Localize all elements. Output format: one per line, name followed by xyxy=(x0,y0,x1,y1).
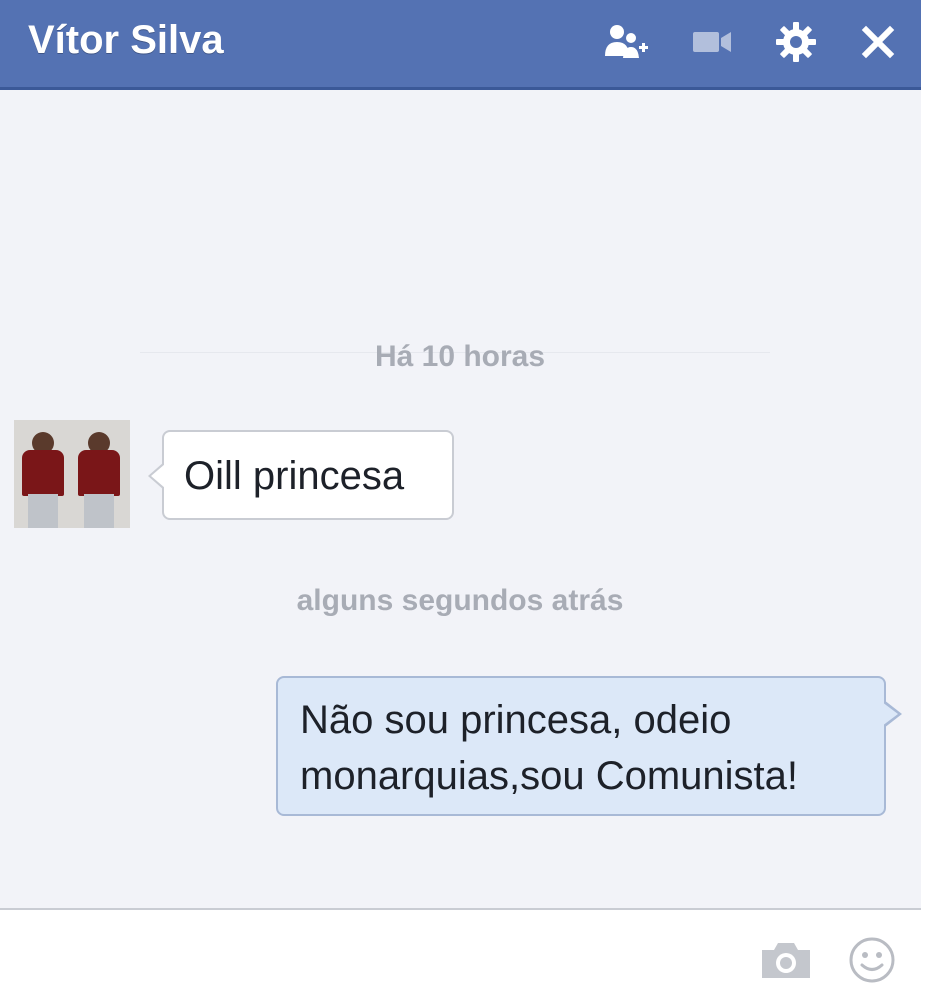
incoming-message-text: Oill princesa xyxy=(184,454,405,498)
camera-icon xyxy=(762,943,810,978)
gear-icon xyxy=(776,22,816,62)
close-button[interactable] xyxy=(850,18,906,66)
chat-window: Vítor Silva Há 10 horas Oill princesa al… xyxy=(0,0,929,1000)
video-call-button[interactable] xyxy=(684,18,740,66)
incoming-message-bubble: Oill princesa xyxy=(148,430,454,520)
chat-title[interactable]: Vítor Silva xyxy=(28,18,224,63)
timestamp: alguns segundos atrás xyxy=(296,584,624,617)
avatar-figure xyxy=(20,432,66,528)
settings-button[interactable] xyxy=(768,18,824,66)
bubble-tail xyxy=(148,462,165,490)
chat-header: Vítor Silva xyxy=(0,0,921,90)
video-call-icon xyxy=(693,32,731,52)
add-people-button[interactable] xyxy=(598,18,654,66)
close-icon xyxy=(861,25,895,59)
message-list[interactable]: Há 10 horas Oill princesa alguns segundo… xyxy=(0,90,921,908)
message-composer xyxy=(0,908,921,1000)
avatar[interactable] xyxy=(14,420,130,528)
add-people-icon xyxy=(605,25,648,58)
emoji-button[interactable] xyxy=(842,932,902,988)
outgoing-message-line: monarquias,sou Comunista! xyxy=(300,754,799,798)
attach-photo-button[interactable] xyxy=(756,932,816,988)
emoji-icon xyxy=(849,937,895,983)
outgoing-message-bubble: Não sou princesa, odeio monarquias,sou C… xyxy=(276,676,902,816)
message-input[interactable] xyxy=(0,910,740,998)
timestamp: Há 10 horas xyxy=(374,340,546,373)
avatar-figure xyxy=(76,432,122,528)
outgoing-message-line: Não sou princesa, odeio xyxy=(300,698,732,742)
bubble-tail xyxy=(882,700,902,728)
